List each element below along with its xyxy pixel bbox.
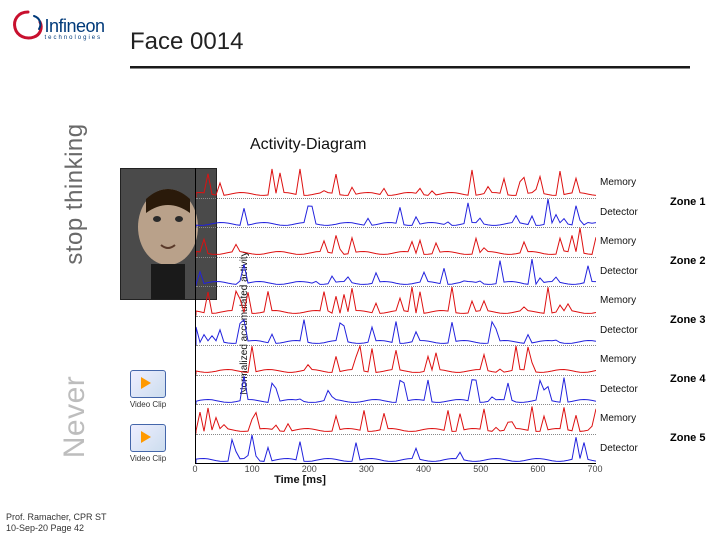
slide-footer: Prof. Ramacher, CPR ST 10-Sep-20 Page 42 — [6, 512, 107, 534]
footer-line-2: 10-Sep-20 Page 42 — [6, 523, 107, 534]
trace-label-memory: Memory — [600, 294, 636, 308]
side-watermark: Never stop thinking — [55, 0, 95, 540]
trace-label-detector: Detector — [600, 206, 638, 220]
trace-zone2-detector — [196, 257, 596, 287]
x-tick: 200 — [302, 464, 317, 474]
play-icon — [130, 370, 166, 398]
trace-zone2-memory — [196, 227, 596, 257]
title-rule — [130, 66, 690, 69]
trace-label-memory: Memory — [600, 235, 636, 249]
trace-zone3-detector — [196, 316, 596, 346]
zone-label: Zone 4 — [670, 373, 705, 385]
trace-label-memory: Memory — [600, 353, 636, 367]
trace-label-memory: Memory — [600, 176, 636, 190]
video-clip-1[interactable]: Video Clip — [120, 370, 176, 414]
x-tick: 400 — [416, 464, 431, 474]
trace-zone1-memory — [196, 168, 596, 198]
trace-label-detector: Detector — [600, 265, 638, 279]
x-tick: 500 — [473, 464, 488, 474]
x-tick: 300 — [359, 464, 374, 474]
play-icon — [130, 424, 166, 452]
side-text-small: stop thinking — [61, 123, 89, 264]
x-axis-label: Time [ms] — [0, 474, 600, 486]
zone-label: Zone 5 — [670, 432, 705, 444]
trace-zone5-memory — [196, 404, 596, 434]
video-clips: Video Clip Video Clip — [120, 370, 176, 478]
x-tick: 100 — [245, 464, 260, 474]
page-title: Face 0014 — [130, 28, 243, 56]
trace-label-detector: Detector — [600, 383, 638, 397]
footer-line-1: Prof. Ramacher, CPR ST — [6, 512, 107, 523]
video-clip-2[interactable]: Video Clip — [120, 424, 176, 468]
trace-zone4-detector — [196, 375, 596, 405]
trace-zone3-memory — [196, 286, 596, 316]
clip-caption: Video Clip — [120, 454, 176, 463]
chart-title: Activity-Diagram — [250, 136, 366, 154]
clip-caption: Video Clip — [120, 400, 176, 409]
zone-label: Zone 1 — [670, 196, 705, 208]
trace-label-memory: Memory — [600, 412, 636, 426]
trace-zone5-detector — [196, 434, 596, 464]
activity-chart: Normalized accumulated activity 01002003… — [175, 168, 595, 478]
infineon-swirl-icon — [10, 8, 46, 49]
trace-label-detector: Detector — [600, 442, 638, 456]
zone-label: Zone 2 — [670, 255, 705, 267]
trace-zone1-detector — [196, 198, 596, 228]
zone-label: Zone 3 — [670, 314, 705, 326]
x-tick: 0 — [192, 464, 197, 474]
plot-area — [195, 168, 596, 464]
trace-zone4-memory — [196, 345, 596, 375]
trace-label-detector: Detector — [600, 324, 638, 338]
x-tick: 600 — [530, 464, 545, 474]
side-text-big: Never — [58, 376, 92, 459]
